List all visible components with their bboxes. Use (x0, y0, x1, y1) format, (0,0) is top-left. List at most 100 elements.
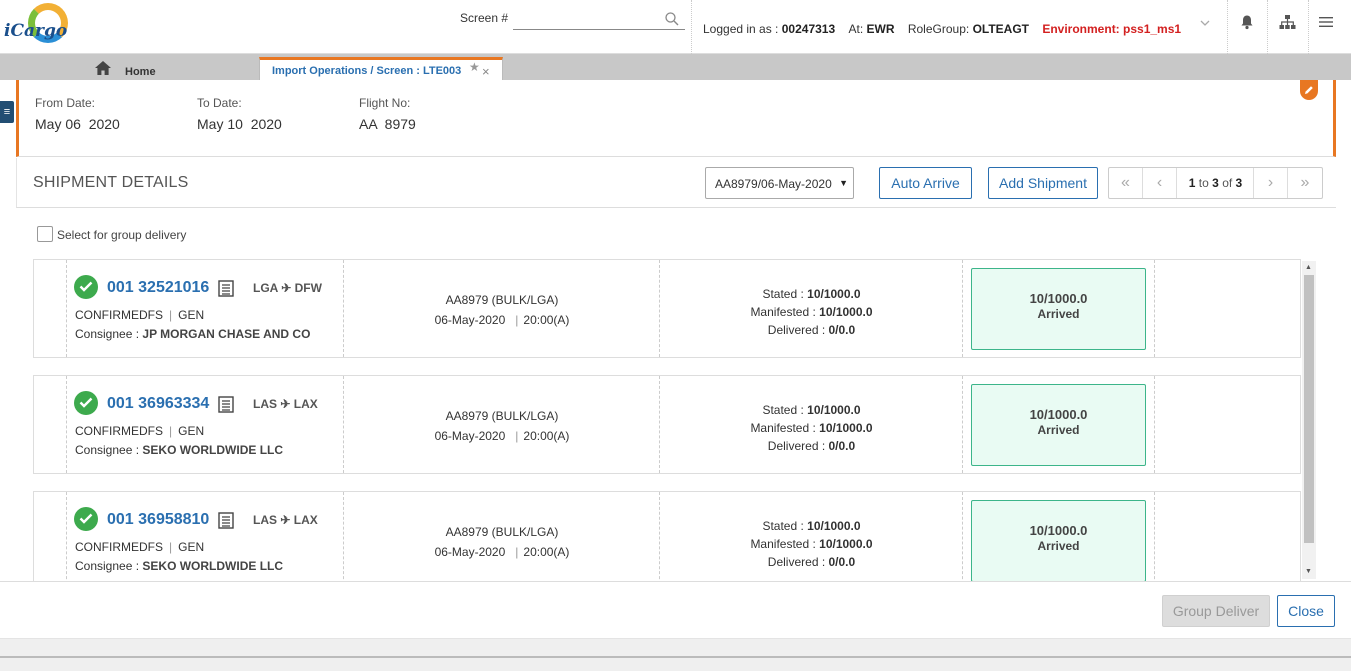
divider (1308, 0, 1309, 54)
flight-info: AA8979 (BULK/LGA) 06-May-2020 | 20:00(A) (434, 293, 570, 327)
row-select-cell[interactable] (34, 260, 67, 357)
shipment-details-header: SHIPMENT DETAILS AA8979/06-May-2020 ▼ Au… (16, 158, 1336, 208)
shipment-list: 001 32521016 LGA ✈ DFW CONFIRMEDFS | GEN C… (33, 259, 1317, 581)
login-info: Logged in as : 00247313 At: EWR RoleGrou… (703, 22, 1182, 36)
shipment-status: CONFIRMEDFS | GEN (75, 540, 205, 554)
flight-no-value: AA 8979 (359, 116, 416, 132)
vertical-scrollbar[interactable]: ▲ ▼ (1302, 261, 1316, 579)
check-circle-icon (74, 275, 98, 299)
home-icon (95, 61, 111, 75)
close-button[interactable]: Close (1277, 595, 1335, 627)
check-circle-icon (74, 507, 98, 531)
screen-number-input[interactable] (513, 9, 685, 30)
tab-active-label: Import Operations / Screen : LTE003 (272, 65, 462, 77)
footer-bar: Group Deliver Close (0, 581, 1351, 638)
quantity-info: Stated : 10/1000.0 Manifested : 10/1000.… (750, 519, 873, 569)
tab-home-label: Home (125, 66, 156, 78)
last-page-icon[interactable]: » (1288, 168, 1322, 198)
search-icon[interactable] (665, 12, 679, 26)
document-icon[interactable] (218, 396, 234, 413)
pagination: « ‹ 1 to 3 of 3 › » (1108, 167, 1323, 199)
sitemap-icon[interactable] (1279, 14, 1296, 30)
flight-select[interactable]: AA8979/06-May-2020 ▼ (705, 167, 854, 199)
tab-bar: Home Import Operations / Screen : LTE003… (0, 54, 1351, 80)
arrived-status-box[interactable]: 10/1000.0 Arrived (971, 384, 1146, 466)
station: EWR (866, 22, 895, 36)
group-delivery-label: Select for group delivery (57, 228, 187, 242)
scroll-up-icon[interactable]: ▲ (1305, 264, 1312, 271)
flight-select-value: AA8979/06-May-2020 (715, 177, 832, 191)
from-date-value: May 06 2020 (35, 116, 120, 132)
pencil-icon (1305, 86, 1313, 94)
divider (691, 0, 692, 54)
bottom-strip (0, 638, 1351, 671)
divider (0, 656, 1351, 658)
scrollbar-thumb[interactable] (1304, 275, 1314, 543)
shipment-card: 001 36958810 LAS ✈ LAX CONFIRMEDFS | GEN C… (33, 491, 1301, 581)
route: LAS ✈ LAX (253, 397, 318, 411)
add-shipment-button[interactable]: Add Shipment (988, 167, 1098, 199)
section-title: SHIPMENT DETAILS (33, 174, 189, 191)
rolegroup: OLTEAGT (972, 22, 1029, 36)
logo-text: iCargo (4, 21, 68, 41)
to-date-field: To Date: May 10 2020 (197, 96, 282, 132)
plane-icon: ✈ (280, 513, 291, 527)
tab-import-operations[interactable]: Import Operations / Screen : LTE003 ★ × (259, 57, 503, 80)
check-circle-icon (74, 391, 98, 415)
first-page-icon[interactable]: « (1109, 168, 1143, 198)
page-indicator: 1 to 3 of 3 (1178, 168, 1254, 198)
flight-info: AA8979 (BULK/LGA) 06-May-2020 | 20:00(A) (434, 525, 570, 559)
awb-number-link[interactable]: 001 36958810 (107, 511, 209, 529)
flight-info: AA8979 (BULK/LGA) 06-May-2020 | 20:00(A) (434, 409, 570, 443)
caret-down-icon: ▼ (839, 178, 848, 188)
divider (1227, 0, 1228, 54)
auto-arrive-button[interactable]: Auto Arrive (879, 167, 972, 199)
quantity-info: Stated : 10/1000.0 Manifested : 10/1000.… (750, 287, 873, 337)
route: LAS ✈ LAX (253, 513, 318, 527)
prev-page-icon[interactable]: ‹ (1143, 168, 1177, 198)
filter-summary-panel: From Date: May 06 2020 To Date: May 10 2… (16, 80, 1336, 157)
user-id: 00247313 (781, 22, 836, 36)
group-deliver-button[interactable]: Group Deliver (1162, 595, 1270, 627)
next-page-icon[interactable]: › (1254, 168, 1288, 198)
shipment-card: 001 36963334 LAS ✈ LAX CONFIRMEDFS | GEN C… (33, 375, 1301, 474)
shipment-status: CONFIRMEDFS | GEN (75, 424, 205, 438)
bell-icon[interactable] (1239, 14, 1255, 30)
from-date-field: From Date: May 06 2020 (35, 96, 120, 132)
flight-no-field: Flight No: AA 8979 (359, 96, 416, 132)
row-select-cell[interactable] (34, 376, 67, 473)
document-icon[interactable] (218, 280, 234, 297)
side-panel-toggle-icon[interactable]: ≡ (0, 101, 14, 123)
awb-number-link[interactable]: 001 36963334 (107, 395, 209, 413)
shipment-card: 001 32521016 LGA ✈ DFW CONFIRMEDFS | GEN C… (33, 259, 1301, 358)
checkbox-box[interactable] (37, 226, 53, 242)
from-date-label: From Date: (35, 96, 96, 110)
environment-label: Environment: pss1_ms1 (1042, 22, 1182, 36)
consignee: Consignee : SEKO WORLDWIDE LLC (75, 443, 284, 457)
hamburger-menu-icon[interactable] (1319, 16, 1333, 28)
awb-number-link[interactable]: 001 32521016 (107, 279, 209, 297)
arrived-status-box[interactable]: 10/1000.0 Arrived (971, 500, 1146, 581)
route: LGA ✈ DFW (253, 281, 322, 295)
plane-icon: ✈ (280, 397, 291, 411)
consignee: Consignee : SEKO WORLDWIDE LLC (75, 559, 284, 573)
arrived-status-box[interactable]: 10/1000.0 Arrived (971, 268, 1146, 350)
top-bar: iCargo Screen # Logged in as : 00247313 … (0, 0, 1351, 54)
scroll-down-icon[interactable]: ▼ (1305, 568, 1312, 575)
icargo-logo[interactable]: iCargo (4, 3, 68, 51)
screen-number-label: Screen # (460, 11, 509, 25)
consignee: Consignee : JP MORGAN CHASE AND CO (75, 327, 311, 341)
to-date-label: To Date: (197, 96, 242, 110)
chevron-down-icon[interactable] (1198, 16, 1212, 30)
close-tab-icon[interactable]: × (482, 64, 490, 79)
row-select-cell[interactable] (34, 492, 67, 581)
quantity-info: Stated : 10/1000.0 Manifested : 10/1000.… (750, 403, 873, 453)
star-icon[interactable]: ★ (469, 60, 480, 74)
plane-icon: ✈ (281, 281, 292, 295)
document-icon[interactable] (218, 512, 234, 529)
edit-button[interactable] (1300, 80, 1318, 100)
to-date-value: May 10 2020 (197, 116, 282, 132)
shipment-status: CONFIRMEDFS | GEN (75, 308, 205, 322)
flight-no-label: Flight No: (359, 96, 411, 110)
divider (1267, 0, 1268, 54)
